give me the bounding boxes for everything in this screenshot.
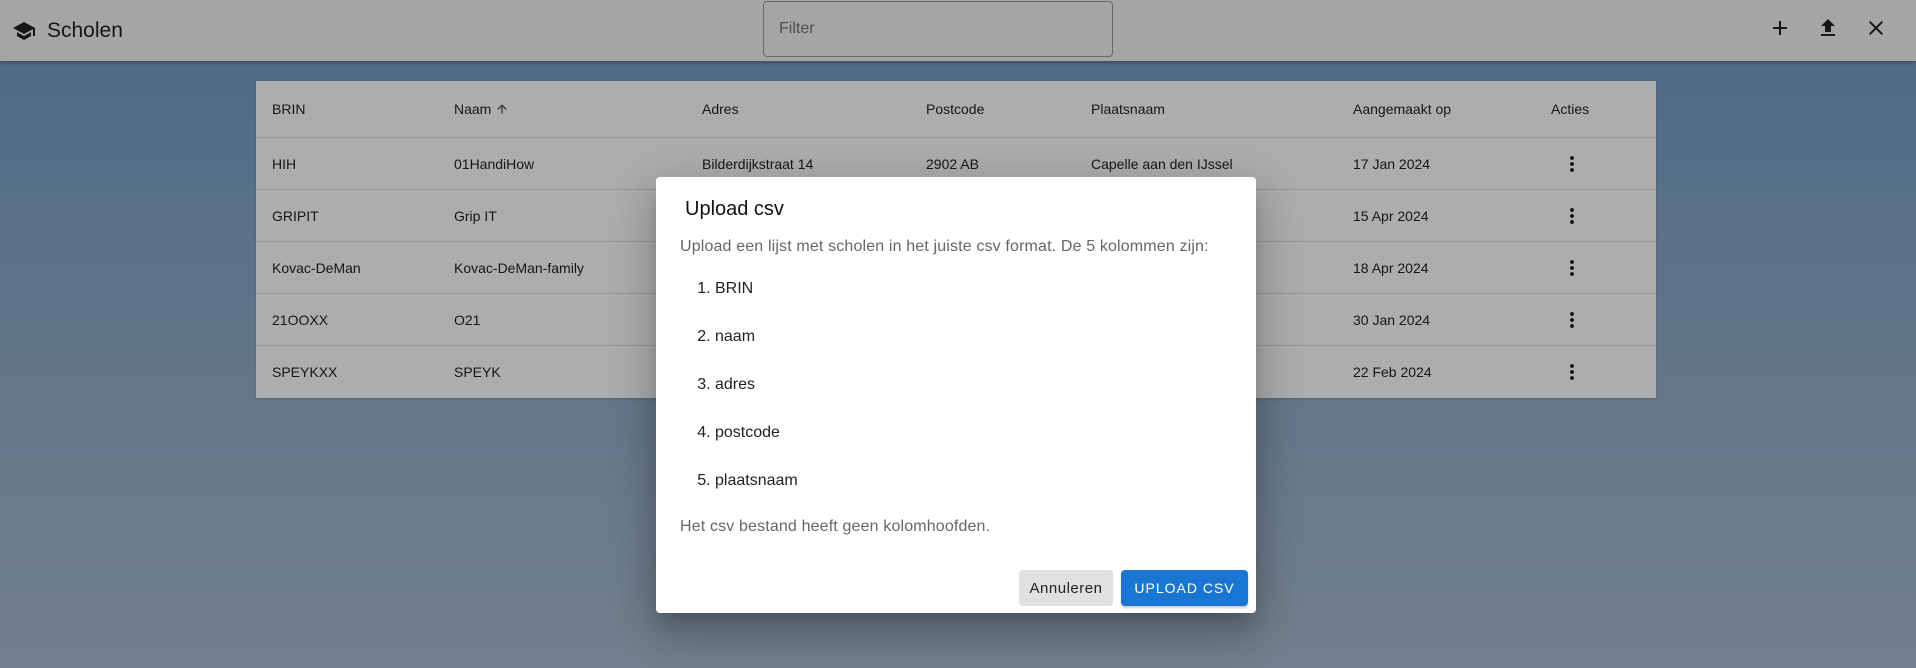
dialog-title: Upload csv <box>685 198 784 220</box>
dialog-intro-text: Upload een lijst met scholen in het juis… <box>680 238 1209 255</box>
list-item: BRIN <box>715 279 798 327</box>
list-item: plaatsnaam <box>715 471 798 519</box>
list-item: adres <box>715 375 798 423</box>
cancel-button[interactable]: Annuleren <box>1019 570 1113 606</box>
dialog-note-text: Het csv bestand heeft geen kolomhoofden. <box>680 518 991 535</box>
list-item: naam <box>715 327 798 375</box>
upload-csv-dialog: Upload csv Upload een lijst met scholen … <box>656 177 1256 613</box>
csv-columns-list: BRIN naam adres postcode plaatsnaam <box>680 279 798 519</box>
upload-csv-button[interactable]: UPLOAD CSV <box>1121 570 1248 606</box>
list-item: postcode <box>715 423 798 471</box>
